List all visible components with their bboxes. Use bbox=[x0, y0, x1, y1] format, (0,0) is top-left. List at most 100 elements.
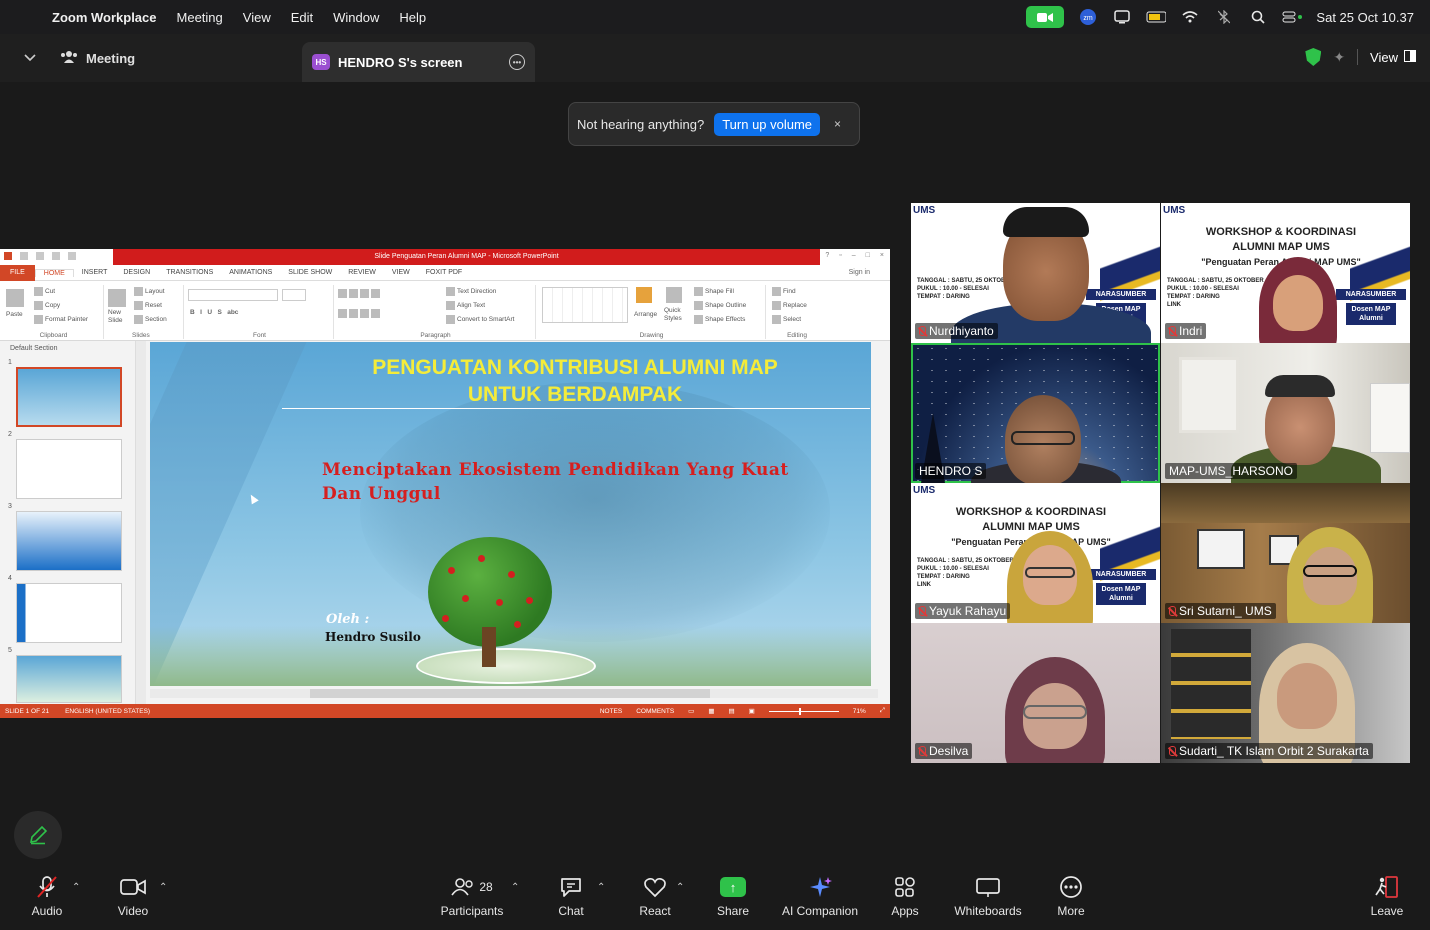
participant-tile[interactable]: Sudarti_ TK Islam Orbit 2 Surakarta bbox=[1161, 623, 1410, 763]
chevron-down-icon[interactable] bbox=[0, 51, 60, 65]
menu-view[interactable]: View bbox=[243, 10, 271, 25]
tab-shared-screen[interactable]: HS HENDRO S's screen ••• bbox=[302, 42, 535, 82]
menu-help[interactable]: Help bbox=[399, 10, 426, 25]
share-button[interactable]: ↑ Share bbox=[714, 874, 752, 918]
more-button[interactable]: More bbox=[1052, 874, 1090, 918]
camera-indicator-icon[interactable] bbox=[1026, 6, 1065, 28]
whiteboards-button[interactable]: Whiteboards bbox=[950, 874, 1026, 918]
audio-button[interactable]: Audio bbox=[30, 874, 64, 918]
slide-number: 1 bbox=[8, 359, 12, 366]
scroll-knob[interactable] bbox=[310, 689, 710, 698]
select-icon bbox=[772, 315, 781, 324]
ppt-tab-design: DESIGN bbox=[123, 269, 151, 276]
control-center-icon[interactable] bbox=[1282, 9, 1303, 25]
mic-muted-icon bbox=[36, 874, 58, 900]
mic-muted-icon bbox=[919, 326, 926, 336]
zoom-level: 71% bbox=[852, 707, 866, 715]
mic-muted-icon bbox=[1169, 606, 1176, 616]
banner-time: PUKUL : 10.00 - SELESAI bbox=[917, 286, 989, 292]
participant-tile[interactable]: UMS WORKSHOP & KOORDINASI ALUMNI MAP UMS… bbox=[911, 483, 1160, 623]
ai-companion-button[interactable]: AI Companion bbox=[778, 874, 862, 918]
zoom-tray-icon[interactable]: zm bbox=[1078, 9, 1098, 25]
align-center-icon bbox=[349, 309, 358, 318]
thumbnails-scrollbar[interactable] bbox=[136, 341, 146, 704]
reset-icon bbox=[134, 301, 143, 310]
slide-number: 3 bbox=[8, 503, 12, 510]
zoom-tab-bar: Meeting HS HENDRO S's screen ••• ✦ View bbox=[0, 34, 1430, 82]
participant-name-text: MAP-UMS_HARSONO bbox=[1169, 464, 1294, 478]
mic-muted-icon bbox=[1169, 326, 1176, 336]
slide-number: 4 bbox=[8, 575, 12, 582]
participant-name: Yayuk Rahayu bbox=[915, 603, 1011, 619]
editing-group: Find Replace Select Editing bbox=[768, 285, 826, 339]
apps-button[interactable]: Apps bbox=[888, 874, 922, 918]
drawing-group-label: Drawing bbox=[639, 332, 664, 339]
close-icon[interactable]: × bbox=[834, 117, 841, 131]
leave-button[interactable]: Leave bbox=[1368, 874, 1406, 918]
zoom-slider bbox=[768, 707, 839, 715]
menu-app-name[interactable]: Zoom Workplace bbox=[52, 10, 157, 25]
participant-name: Nurdhiyanto bbox=[915, 323, 998, 339]
slide-count: SLIDE 1 OF 21 bbox=[5, 707, 50, 715]
slide-thumbnail bbox=[16, 583, 122, 643]
bluetooth-off-icon[interactable] bbox=[1214, 9, 1234, 25]
video-options-caret-icon[interactable]: ⌃ bbox=[159, 882, 167, 893]
tab-meeting[interactable]: Meeting bbox=[60, 50, 300, 67]
more-options-icon[interactable]: ••• bbox=[509, 54, 525, 70]
menu-edit[interactable]: Edit bbox=[291, 10, 313, 25]
reset-label: Reset bbox=[145, 302, 162, 310]
editing-group-label: Editing bbox=[787, 332, 807, 339]
participant-tile[interactable]: UMS WORKSHOP & KOORDINASI ALUMNI MAP UMS… bbox=[1161, 203, 1410, 343]
help-icon: ? bbox=[825, 252, 830, 259]
react-options-caret-icon[interactable]: ⌃ bbox=[676, 882, 684, 893]
slide-author: Hendro Susilo bbox=[325, 630, 421, 644]
shared-screen[interactable]: Slide Penguatan Peran Alumni MAP - Micro… bbox=[0, 249, 890, 718]
format-painter-label: Format Painter bbox=[45, 316, 88, 324]
participant-tile[interactable]: MAP-UMS_HARSONO bbox=[1161, 343, 1410, 483]
align-text-label: Align Text bbox=[457, 302, 486, 310]
react-button[interactable]: React bbox=[636, 874, 674, 918]
participant-tile[interactable]: Sri Sutarni_ UMS bbox=[1161, 483, 1410, 623]
slide-horizontal-scrollbar[interactable] bbox=[150, 689, 878, 698]
banner-date: TANGGAL : SABTU, 25 OKTOBER bbox=[917, 558, 1014, 564]
share-label: Share bbox=[716, 904, 750, 918]
banner-dosen: Dosen MAP Alumni bbox=[1346, 303, 1396, 325]
participant-tile[interactable]: Desilva bbox=[911, 623, 1160, 763]
turn-up-volume-button[interactable]: Turn up volume bbox=[714, 112, 821, 136]
menu-window[interactable]: Window bbox=[333, 10, 379, 25]
start-from-beginning-icon bbox=[68, 252, 76, 260]
battery-icon[interactable] bbox=[1146, 9, 1167, 25]
language: ENGLISH (UNITED STATES) bbox=[65, 707, 151, 715]
slides-group-label: Slides bbox=[132, 332, 150, 339]
audio-notice-text: Not hearing anything? bbox=[577, 116, 705, 132]
ppt-tab-file: FILE bbox=[0, 264, 35, 281]
ums-logo: UMS bbox=[913, 205, 936, 216]
chat-options-caret-icon[interactable]: ⌃ bbox=[597, 882, 605, 893]
slide-thumbnail bbox=[16, 439, 122, 499]
ppt-tab-view: VIEW bbox=[391, 269, 410, 276]
participant-hair bbox=[1265, 375, 1335, 397]
participants-button[interactable]: 28 Participants bbox=[436, 874, 508, 918]
screen-share-tray-icon[interactable] bbox=[1112, 9, 1132, 25]
participant-name-text: HENDRO S bbox=[919, 464, 983, 478]
background-paper bbox=[1370, 383, 1410, 453]
audio-options-caret-icon[interactable]: ⌃ bbox=[72, 882, 80, 893]
view-button[interactable]: View bbox=[1370, 49, 1416, 65]
chat-button[interactable]: Chat bbox=[552, 874, 590, 918]
video-button[interactable]: Video bbox=[116, 874, 150, 918]
banner-link: LINK bbox=[1167, 302, 1181, 308]
sparkle-icon[interactable]: ✦ bbox=[1333, 49, 1345, 66]
edit-pencil-button[interactable] bbox=[14, 811, 62, 859]
participant-tile[interactable]: UMS TANGGAL : SABTU, 25 OKTOBER PUKUL : … bbox=[911, 203, 1160, 343]
clock-text[interactable]: Sat 25 Oct 10.37 bbox=[1316, 10, 1414, 25]
participants-options-caret-icon[interactable]: ⌃ bbox=[511, 882, 519, 893]
audio-label: Audio bbox=[31, 904, 63, 918]
participant-tile[interactable]: HENDRO S bbox=[911, 343, 1160, 483]
video-gallery: UMS TANGGAL : SABTU, 25 OKTOBER PUKUL : … bbox=[911, 203, 1410, 764]
wifi-icon[interactable] bbox=[1180, 9, 1200, 25]
menu-meeting[interactable]: Meeting bbox=[177, 10, 223, 25]
security-shield-icon[interactable] bbox=[1305, 48, 1322, 66]
search-icon[interactable] bbox=[1248, 9, 1268, 25]
banner-details: TANGGAL : SABTU, 25 OKTOBER PUKUL : 10.0… bbox=[1167, 277, 1264, 309]
align-text-icon bbox=[446, 301, 455, 310]
